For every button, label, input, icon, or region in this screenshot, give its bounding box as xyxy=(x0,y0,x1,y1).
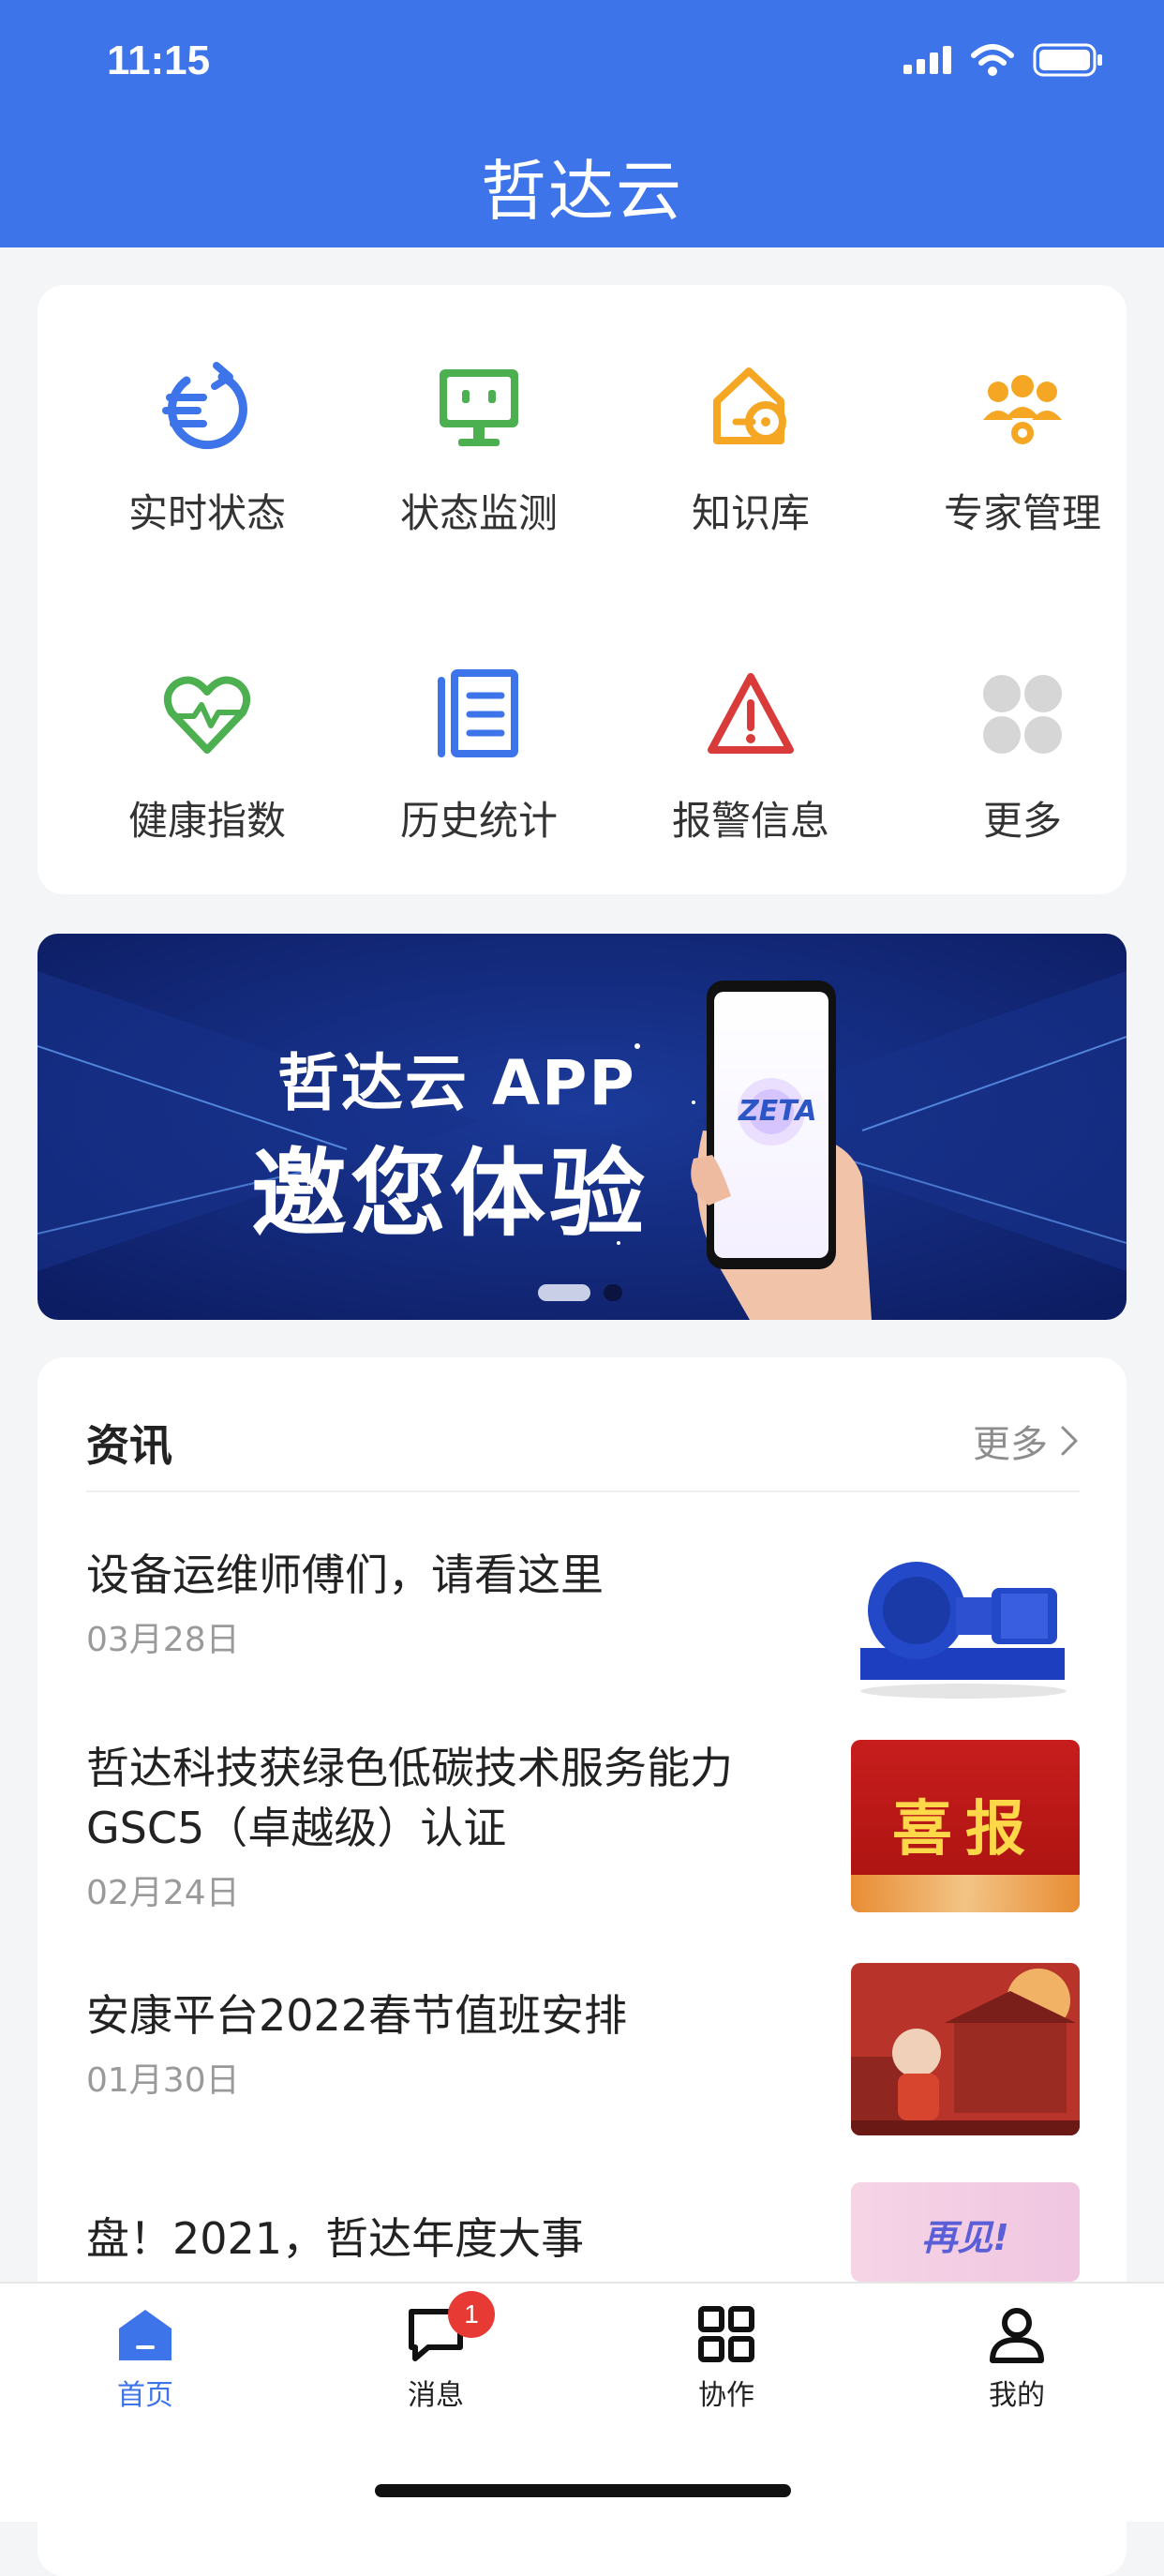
grid-item-status-monitor[interactable]: 状态监测 xyxy=(343,285,615,566)
banner-line-1: 哲达云 APP xyxy=(277,1047,636,1119)
carousel-indicator xyxy=(538,1284,622,1301)
news-item[interactable]: 盘！2021，哲达年度大事 再见! xyxy=(86,2182,1080,2282)
news-more-label: 更多 xyxy=(973,1423,1048,1466)
news-thumbnail-good-news: 喜报 xyxy=(851,1740,1080,1912)
home-indicator[interactable] xyxy=(375,2484,791,2497)
grid-item-label: 实时状态 xyxy=(127,490,286,536)
alarm-warning-icon xyxy=(708,673,794,754)
more-grid-icon xyxy=(983,675,1062,754)
grid-item-label: 状态监测 xyxy=(399,490,558,536)
tab-home[interactable]: 首页 xyxy=(0,2284,291,2434)
grid-item-label: 历史统计 xyxy=(399,798,558,844)
tab-label: 我的 xyxy=(989,2379,1045,2412)
thumbnail-text: 喜报 xyxy=(892,1795,1038,1865)
tab-messages[interactable]: 1 消息 xyxy=(291,2284,581,2434)
grid-item-expert-management[interactable]: 专家管理 xyxy=(887,285,1158,566)
knowledge-base-icon xyxy=(713,367,786,444)
page-title: 哲达云 xyxy=(481,153,683,230)
grid-item-more[interactable]: 更多 xyxy=(887,592,1158,874)
wifi-icon xyxy=(971,44,1014,76)
grid-item-realtime-status[interactable]: 实时状态 xyxy=(71,285,343,566)
news-item-title: 设备运维师傅们，请看这里 xyxy=(86,1550,604,1600)
carousel-dot[interactable] xyxy=(604,1284,622,1301)
home-icon xyxy=(119,2310,172,2360)
message-badge: 1 xyxy=(448,2291,495,2338)
news-item-title: 安康平台2022春节值班安排 xyxy=(86,1990,628,2041)
news-header: 资讯 更多 xyxy=(86,1385,1080,1492)
thumbnail-text: 再见! xyxy=(921,2217,1009,2258)
realtime-status-icon xyxy=(162,362,247,450)
experts-icon xyxy=(983,375,1062,444)
news-item[interactable]: 哲达科技获绿色低碳技术服务能力GSC5（卓越级）认证 02月24日 喜报 xyxy=(86,1738,1080,1912)
grid-item-alarm-info[interactable]: 报警信息 xyxy=(615,592,887,874)
tab-collaboration[interactable]: 协作 xyxy=(581,2284,872,2434)
news-thumbnail-spring-festival xyxy=(851,1963,1080,2135)
grid-item-history-stats[interactable]: 历史统计 xyxy=(343,592,615,874)
news-item-title: 哲达科技获绿色低碳技术服务能力GSC5（卓越级）认证 xyxy=(86,1743,733,1853)
banner-line-2: 邀您体验 xyxy=(251,1139,649,1251)
news-item[interactable]: 安康平台2022春节值班安排 01月30日 xyxy=(86,1963,1080,2135)
status-time: 11:15 xyxy=(107,37,211,83)
news-more-link[interactable]: 更多 xyxy=(973,1414,1080,1468)
apps-grid-icon xyxy=(698,2306,754,2362)
grid-item-label: 报警信息 xyxy=(671,798,829,844)
battery-icon xyxy=(1033,43,1102,77)
tab-label: 消息 xyxy=(408,2379,464,2412)
tab-profile[interactable]: 我的 xyxy=(872,2284,1162,2434)
grid-item-label: 更多 xyxy=(982,798,1062,844)
status-icons xyxy=(903,43,1104,77)
app-header: 11:15 哲达云 xyxy=(0,0,1164,247)
grid-item-label: 知识库 xyxy=(691,490,810,536)
chevron-right-icon xyxy=(1061,1426,1078,1456)
user-icon xyxy=(990,2308,1044,2363)
news-thumbnail-goodbye: 再见! xyxy=(851,2182,1080,2282)
promo-banner[interactable]: 哲达云 APP 邀您体验 ZETA xyxy=(37,934,1127,1320)
grid-item-knowledge-base[interactable]: 知识库 xyxy=(615,285,887,566)
tab-label: 协作 xyxy=(698,2379,754,2412)
news-item[interactable]: 设备运维师傅们，请看这里 03月28日 xyxy=(86,1535,1080,1708)
signal-icon xyxy=(903,46,951,74)
grid-item-health-index[interactable]: 健康指数 xyxy=(71,592,343,874)
tab-label: 首页 xyxy=(117,2379,173,2412)
grid-item-label: 专家管理 xyxy=(943,490,1101,536)
carousel-dot-active[interactable] xyxy=(538,1284,590,1301)
news-thumbnail-machine xyxy=(851,1535,1080,1708)
news-title: 资讯 xyxy=(86,1420,172,1471)
history-list-icon xyxy=(438,669,518,757)
monitor-icon xyxy=(440,369,518,446)
news-item-title: 盘！2021，哲达年度大事 xyxy=(86,2213,585,2264)
banner-logo-text: ZETA xyxy=(739,1095,817,1128)
feature-grid-card: 实时状态 状态监测 知识库 专家管理 健康指数 历史统计 报警信息 更多 xyxy=(37,285,1127,894)
grid-item-label: 健康指数 xyxy=(127,798,286,844)
health-heart-icon xyxy=(163,676,251,754)
